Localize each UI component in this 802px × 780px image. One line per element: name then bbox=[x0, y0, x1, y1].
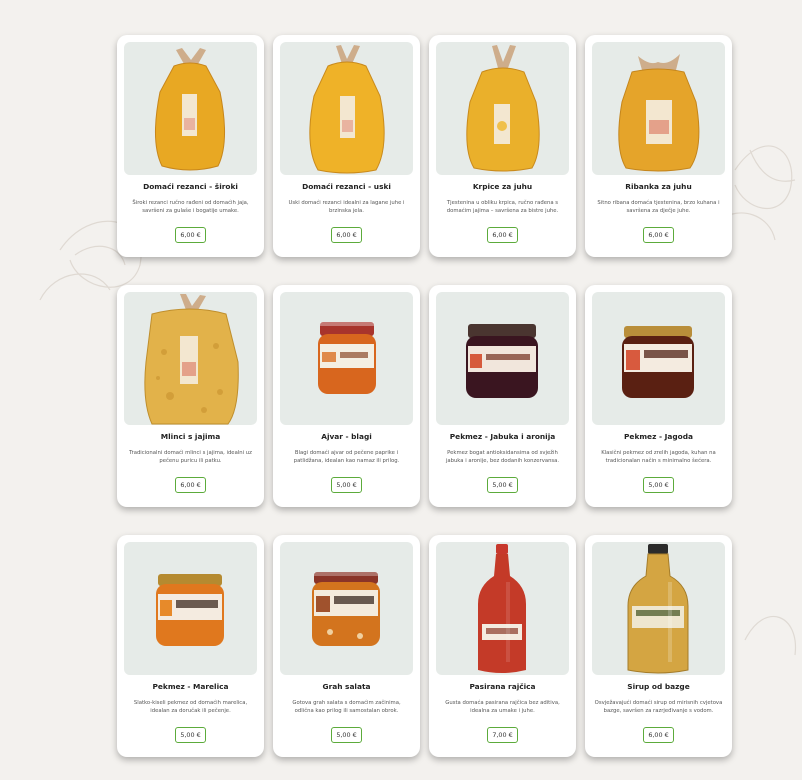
product-image bbox=[436, 542, 569, 675]
product-image bbox=[124, 542, 257, 675]
product-name: Ajvar - blagi bbox=[321, 432, 372, 441]
price-button[interactable]: 5,00 € bbox=[643, 476, 674, 493]
product-image bbox=[592, 292, 725, 425]
product-name: Pekmez - Marelica bbox=[152, 682, 229, 691]
price-button[interactable]: 6,00 € bbox=[331, 226, 362, 243]
jar-icon bbox=[466, 324, 538, 398]
jar-icon bbox=[622, 326, 694, 398]
product-name: Domaći rezanci - uski bbox=[302, 182, 391, 191]
product-image bbox=[124, 42, 257, 175]
product-description: Gotova grah salata s domaćim začinima, o… bbox=[292, 699, 401, 715]
product-grid: Domaći rezanci - široki Široki rezanci r… bbox=[117, 35, 732, 757]
product-description: Tradicionalni domaći mlinci s jajima, id… bbox=[129, 449, 252, 465]
product-card[interactable]: Grah salata Gotova grah salata s domaćim… bbox=[273, 535, 420, 757]
price-button[interactable]: 5,00 € bbox=[487, 476, 518, 493]
noodles-bag-icon bbox=[154, 48, 226, 171]
product-name: Domaći rezanci - široki bbox=[143, 182, 238, 191]
noodles-bag-icon bbox=[618, 54, 700, 172]
price-button[interactable]: 6,00 € bbox=[175, 226, 206, 243]
product-card[interactable]: Pekmez - Jagoda Klasični pekmez od zreli… bbox=[585, 285, 732, 507]
product-card[interactable]: Pekmez - Jabuka i aronija Pekmez bogat a… bbox=[429, 285, 576, 507]
product-description: Blagi domaći ajvar od pečene paprike i p… bbox=[293, 449, 400, 465]
product-description: Široki rezanci ručno rađeni od domaćih j… bbox=[132, 199, 249, 215]
product-image bbox=[436, 42, 569, 175]
price-button[interactable]: 6,00 € bbox=[643, 726, 674, 743]
product-name: Mlinci s jajima bbox=[160, 432, 221, 441]
product-description: Slatko-kiseli pekmez od domaćih marelica… bbox=[133, 699, 248, 715]
price-button[interactable]: 5,00 € bbox=[175, 726, 206, 743]
noodles-bag-icon bbox=[466, 45, 540, 172]
product-image bbox=[436, 292, 569, 425]
product-card[interactable]: Ajvar - blagi Blagi domaći ajvar od peče… bbox=[273, 285, 420, 507]
product-image bbox=[280, 292, 413, 425]
jar-icon bbox=[318, 322, 376, 394]
product-name: Pekmez - Jagoda bbox=[624, 432, 693, 441]
product-card[interactable]: Domaći rezanci - široki Široki rezanci r… bbox=[117, 35, 264, 257]
product-name: Grah salata bbox=[322, 682, 371, 691]
bottle-icon bbox=[478, 544, 526, 673]
product-name: Pekmez - Jabuka i aronija bbox=[449, 432, 556, 441]
product-description: Uski domaći rezanci idealni za lagane ju… bbox=[288, 199, 405, 215]
price-button[interactable]: 6,00 € bbox=[643, 226, 674, 243]
product-card[interactable]: Pekmez - Marelica Slatko-kiseli pekmez o… bbox=[117, 535, 264, 757]
product-name: Sirup od bazge bbox=[627, 682, 690, 691]
product-image bbox=[592, 42, 725, 175]
jar-icon bbox=[156, 574, 224, 646]
product-image bbox=[280, 42, 413, 175]
noodles-bag-icon bbox=[309, 45, 385, 174]
price-button[interactable]: 5,00 € bbox=[331, 726, 362, 743]
jar-icon bbox=[312, 572, 380, 646]
product-description: Pekmez bogat antioksidansima od svježih … bbox=[445, 449, 560, 465]
price-button[interactable]: 7,00 € bbox=[487, 726, 518, 743]
mlinci-bag-icon bbox=[144, 294, 239, 425]
price-button[interactable]: 5,00 € bbox=[331, 476, 362, 493]
product-image bbox=[124, 292, 257, 425]
product-description: Klasični pekmez od zrelih jagoda, kuhan … bbox=[601, 449, 716, 465]
price-button[interactable]: 6,00 € bbox=[487, 226, 518, 243]
product-name: Krpice za juhu bbox=[472, 182, 533, 191]
product-image bbox=[280, 542, 413, 675]
bottle-icon bbox=[627, 544, 689, 674]
product-name: Pasirana rajčica bbox=[469, 682, 536, 691]
product-card[interactable]: Krpice za juhu Tjestenina u obliku krpic… bbox=[429, 35, 576, 257]
product-card[interactable]: Mlinci s jajima Tradicionalni domaći mli… bbox=[117, 285, 264, 507]
product-description: Tjestenina u obliku krpica, ručno rađena… bbox=[446, 199, 559, 215]
price-button[interactable]: 6,00 € bbox=[175, 476, 206, 493]
product-description: Osvježavajući domaći sirup od mirisnih c… bbox=[594, 699, 723, 715]
product-card[interactable]: Ribanka za juhu Sitno ribana domaća tjes… bbox=[585, 35, 732, 257]
product-description: Sitno ribana domaća tjestenina, brzo kuh… bbox=[597, 199, 720, 215]
product-card[interactable]: Domaći rezanci - uski Uski domaći rezanc… bbox=[273, 35, 420, 257]
product-card[interactable]: Pasirana rajčica Gusta domaća pasirana r… bbox=[429, 535, 576, 757]
product-name: Ribanka za juhu bbox=[625, 182, 692, 191]
product-description: Gusta domaća pasirana rajčica bez aditiv… bbox=[445, 699, 560, 715]
product-image bbox=[592, 542, 725, 675]
product-card[interactable]: Sirup od bazge Osvježavajući domaći siru… bbox=[585, 535, 732, 757]
